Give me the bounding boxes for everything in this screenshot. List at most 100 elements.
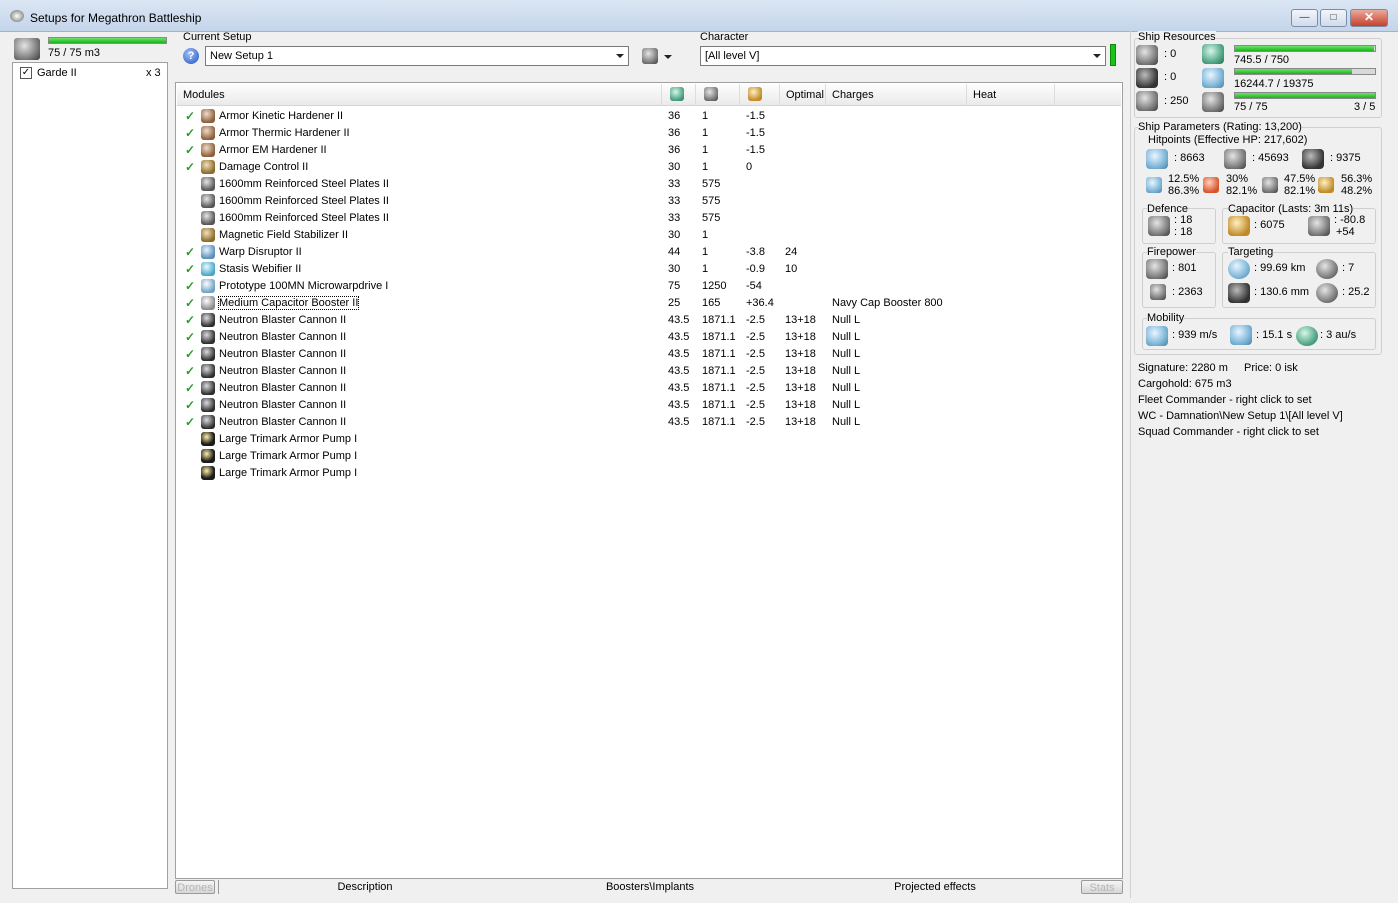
- module-name: 1600mm Reinforced Steel Plates II: [219, 178, 389, 190]
- cargohold-value: Cargohold: 675 m3: [1138, 378, 1232, 390]
- module-optimal: 13+18: [785, 382, 816, 394]
- module-active-check-icon[interactable]: ✓: [185, 398, 195, 412]
- module-active-check-icon[interactable]: ✓: [185, 313, 195, 327]
- module-row[interactable]: ✓ Damage Control II 30 1 0: [177, 159, 1117, 176]
- module-charges[interactable]: Null L: [832, 348, 860, 360]
- module-row[interactable]: ✓ Medium Capacitor Booster II 25 165 +36.4 Na…: [177, 295, 1117, 312]
- fleet-commander[interactable]: Fleet Commander - right click to set: [1138, 394, 1312, 406]
- setup-select[interactable]: New Setup 1: [205, 46, 629, 66]
- module-gun-icon: [201, 381, 215, 395]
- module-row[interactable]: ✓ Warp Disruptor II 44 1 -3.8 24: [177, 244, 1117, 261]
- module-name: Warp Disruptor II: [219, 246, 302, 258]
- minimize-button[interactable]: —: [1291, 9, 1318, 27]
- module-row[interactable]: ✓ Neutron Blaster Cannon II 43.5 1871.1 -2.5…: [177, 363, 1117, 380]
- module-row[interactable]: ✓ Armor EM Hardener II 36 1 -1.5: [177, 142, 1117, 159]
- module-row[interactable]: 1600mm Reinforced Steel Plates II 33 575: [177, 176, 1117, 193]
- tab-description[interactable]: Description: [305, 880, 425, 894]
- hitpoints-label: Hitpoints (Effective HP: 217,602): [1148, 134, 1308, 146]
- stats-tab-button[interactable]: Stats: [1081, 880, 1123, 894]
- header-charges[interactable]: Charges: [826, 84, 967, 106]
- module-optimal: 24: [785, 246, 798, 258]
- squad-commander[interactable]: Squad Commander - right click to set: [1138, 426, 1319, 438]
- module-row[interactable]: 1600mm Reinforced Steel Plates II 33 575: [177, 193, 1117, 210]
- module-row[interactable]: Large Trimark Armor Pump I: [177, 465, 1117, 482]
- character-select[interactable]: [All level V]: [700, 46, 1106, 66]
- tab-projected-effects[interactable]: Projected effects: [865, 880, 1005, 894]
- current-setup-label: Current Setup: [183, 31, 252, 43]
- capacitor-value: : 6075: [1254, 219, 1285, 231]
- header-cpu[interactable]: [662, 84, 696, 106]
- module-optimal: 13+18: [785, 331, 816, 343]
- module-row[interactable]: ✓ Neutron Blaster Cannon II 43.5 1871.1 -2.5…: [177, 397, 1117, 414]
- drone-checkbox[interactable]: ✓: [20, 67, 32, 79]
- module-row[interactable]: Magnetic Field Stabilizer II 30 1: [177, 227, 1117, 244]
- module-name: Prototype 100MN Microwarpdrive I: [219, 280, 389, 292]
- wing-commander[interactable]: WC - Damnation\New Setup 1\[All level V]: [1138, 410, 1343, 422]
- shield-icon: [1146, 149, 1168, 169]
- chevron-down-icon[interactable]: [664, 55, 672, 59]
- module-row[interactable]: ✓ Neutron Blaster Cannon II 43.5 1871.1 -2.5…: [177, 380, 1117, 397]
- module-charges[interactable]: Null L: [832, 399, 860, 411]
- module-charges[interactable]: Navy Cap Booster 800: [832, 297, 943, 309]
- module-active-check-icon[interactable]: ✓: [185, 296, 195, 310]
- header-optimal[interactable]: Optimal: [780, 84, 826, 106]
- module-name: Medium Capacitor Booster II: [217, 296, 360, 310]
- module-cpu: 33: [668, 195, 681, 207]
- defence-icon: [1148, 216, 1170, 236]
- module-active-check-icon[interactable]: ✓: [185, 364, 195, 378]
- module-powergrid: 1: [702, 161, 709, 173]
- help-icon[interactable]: ?: [183, 48, 199, 64]
- module-name: 1600mm Reinforced Steel Plates II: [219, 195, 389, 207]
- drones-tab-button[interactable]: Drones: [175, 880, 215, 894]
- header-powergrid[interactable]: [696, 84, 740, 106]
- module-active-check-icon[interactable]: ✓: [185, 109, 195, 123]
- firepower-label: Firepower: [1147, 246, 1196, 258]
- module-row[interactable]: ✓ Neutron Blaster Cannon II 43.5 1871.1 -2.5…: [177, 312, 1117, 329]
- header-capacitor[interactable]: [740, 84, 780, 106]
- header-heat[interactable]: Heat: [967, 84, 1055, 106]
- module-warp-icon: [201, 245, 215, 259]
- close-button[interactable]: ✕: [1350, 9, 1388, 27]
- module-active-check-icon[interactable]: ✓: [185, 126, 195, 140]
- module-active-check-icon[interactable]: ✓: [185, 279, 195, 293]
- module-active-check-icon[interactable]: ✓: [185, 381, 195, 395]
- module-active-check-icon[interactable]: ✓: [185, 143, 195, 157]
- module-row[interactable]: Large Trimark Armor Pump I: [177, 431, 1117, 448]
- module-row[interactable]: ✓ Prototype 100MN Microwarpdrive I 75 1250 -…: [177, 278, 1117, 295]
- module-row[interactable]: ✓ Neutron Blaster Cannon II 43.5 1871.1 -2.5…: [177, 329, 1117, 346]
- module-charges[interactable]: Null L: [832, 382, 860, 394]
- module-gun-icon: [201, 330, 215, 344]
- module-active-check-icon[interactable]: ✓: [185, 415, 195, 429]
- module-row[interactable]: ✓ Neutron Blaster Cannon II 43.5 1871.1 -2.5…: [177, 414, 1117, 431]
- module-charges[interactable]: Null L: [832, 365, 860, 377]
- module-row[interactable]: Large Trimark Armor Pump I: [177, 448, 1117, 465]
- tab-boosters-implants[interactable]: Boosters\Implants: [585, 880, 715, 894]
- module-name: Neutron Blaster Cannon II: [219, 399, 347, 411]
- module-active-check-icon[interactable]: ✓: [185, 347, 195, 361]
- module-active-check-icon[interactable]: ✓: [185, 262, 195, 276]
- max-velocity-value: : 939 m/s: [1172, 329, 1218, 341]
- launcher-slots-value: : 0: [1164, 71, 1177, 83]
- module-row[interactable]: ✓ Armor Kinetic Hardener II 36 1 -1.5: [177, 108, 1117, 125]
- module-active-check-icon[interactable]: ✓: [185, 330, 195, 344]
- defence-value-b: : 18: [1174, 226, 1193, 238]
- module-charges[interactable]: Null L: [832, 331, 860, 343]
- module-name: Neutron Blaster Cannon II: [219, 314, 347, 326]
- explosive-resist-icon: [1318, 177, 1334, 193]
- ship-parameters-label: Ship Parameters (Rating: 13,200): [1138, 121, 1302, 133]
- module-powergrid: 1871.1: [702, 314, 736, 326]
- module-row[interactable]: ✓ Neutron Blaster Cannon II 43.5 1871.1 -2.5…: [177, 346, 1117, 363]
- ship-menu-icon[interactable]: [642, 48, 658, 64]
- module-charges[interactable]: Null L: [832, 416, 860, 428]
- module-capacitor: -1.5: [746, 127, 765, 139]
- module-charges[interactable]: Null L: [832, 314, 860, 326]
- header-modules[interactable]: Modules: [177, 84, 662, 106]
- cpu-bar: [1234, 45, 1376, 52]
- module-active-check-icon[interactable]: ✓: [185, 245, 195, 259]
- module-row[interactable]: 1600mm Reinforced Steel Plates II 33 575: [177, 210, 1117, 227]
- maximize-button[interactable]: □: [1320, 9, 1347, 27]
- module-active-check-icon[interactable]: ✓: [185, 160, 195, 174]
- module-row[interactable]: ✓ Stasis Webifier II 30 1 -0.9 10: [177, 261, 1117, 278]
- module-row[interactable]: ✓ Armor Thermic Hardener II 36 1 -1.5: [177, 125, 1117, 142]
- module-name: Neutron Blaster Cannon II: [219, 416, 347, 428]
